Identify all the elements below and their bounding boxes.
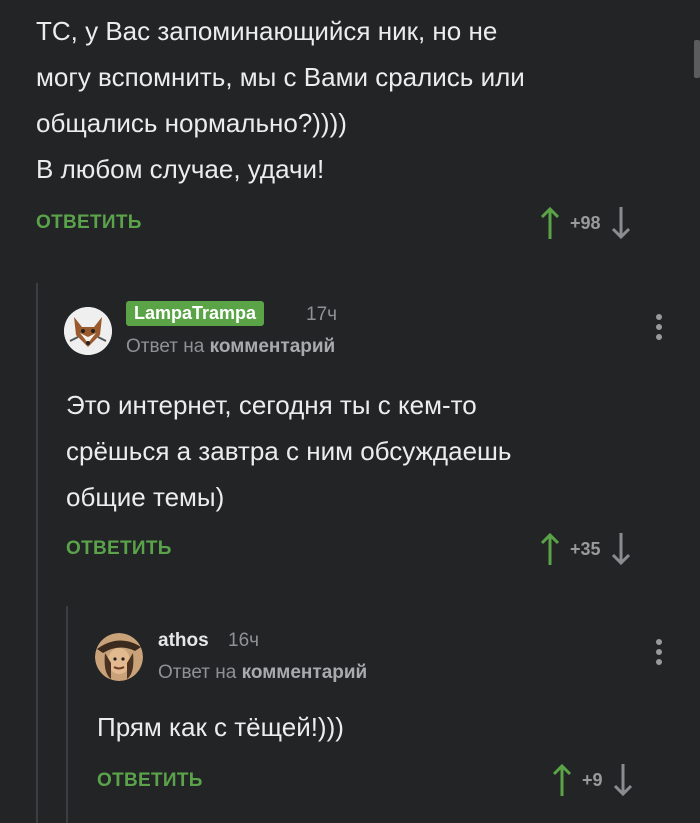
more-options-icon[interactable] — [655, 639, 663, 669]
comment-1-line-1: ТС, у Вас запоминающийся ник, но не — [36, 16, 498, 46]
meta-prefix: Ответ на — [158, 662, 237, 683]
timestamp: 17ч — [306, 304, 338, 325]
meta-prefix: Ответ на — [126, 336, 205, 357]
meta-link[interactable]: комментарий — [210, 336, 336, 357]
score: +35 — [570, 538, 601, 559]
comment-1-line-3: общались нормально?)))) — [36, 108, 347, 138]
reply-to-meta: Ответ на комментарий — [126, 336, 335, 358]
scrollbar[interactable] — [694, 40, 700, 78]
timestamp: 16ч — [228, 630, 260, 651]
thread-line — [66, 606, 68, 823]
reply-button[interactable]: ОТВЕТИТЬ — [36, 212, 142, 234]
comment-2-line-1: Это интернет, сегодня ты с кем-то — [66, 390, 477, 420]
comment-2-line-2: срёшься а завтра с ним обсуждаешь — [66, 436, 512, 466]
comment-1-line-2: могу вспомнить, мы с Вами срались или — [36, 62, 525, 92]
upvote-arrow-icon[interactable] — [538, 529, 562, 569]
musketeer-avatar[interactable] — [95, 633, 143, 681]
fox-avatar[interactable] — [64, 307, 112, 355]
score: +98 — [570, 212, 601, 233]
upvote-arrow-icon[interactable] — [538, 203, 562, 243]
comment-2-line-3: общие темы) — [66, 482, 225, 512]
username[interactable]: athos — [158, 630, 209, 652]
vote-controls: +9 — [550, 760, 635, 800]
score: +9 — [582, 769, 603, 790]
comment-3-line-1: Прям как с тёщей!))) — [97, 712, 344, 742]
comment-1-line-4: В любом случае, удачи! — [36, 154, 325, 184]
reply-to-meta: Ответ на комментарий — [158, 662, 367, 684]
username-badge[interactable]: LampaTrampa — [126, 301, 265, 326]
downvote-arrow-icon[interactable] — [609, 203, 633, 243]
reply-button[interactable]: ОТВЕТИТЬ — [97, 770, 203, 792]
vote-controls: +35 — [538, 529, 633, 569]
upvote-arrow-icon[interactable] — [550, 760, 574, 800]
reply-button[interactable]: ОТВЕТИТЬ — [66, 538, 172, 560]
vote-controls: +98 — [538, 203, 633, 243]
downvote-arrow-icon[interactable] — [611, 760, 635, 800]
downvote-arrow-icon[interactable] — [609, 529, 633, 569]
more-options-icon[interactable] — [655, 314, 663, 344]
meta-link[interactable]: комментарий — [242, 662, 368, 683]
thread-line — [36, 283, 38, 823]
